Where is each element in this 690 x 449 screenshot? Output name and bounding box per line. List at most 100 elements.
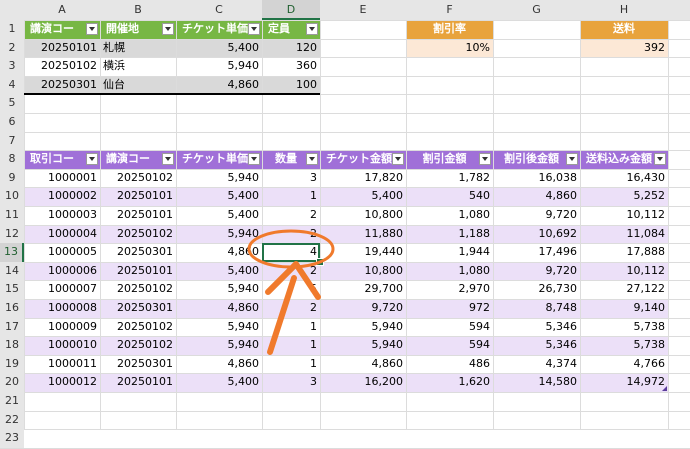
top-table-cell[interactable]: 札幌 — [100, 39, 176, 58]
main-table-cell[interactable]: 20250102 — [100, 318, 176, 337]
fill-handle[interactable] — [316, 257, 324, 266]
filter-dropdown-button[interactable] — [392, 153, 404, 166]
main-table-cell[interactable]: 4,860 — [176, 243, 262, 262]
main-table-cell[interactable]: 20250101 — [100, 262, 176, 281]
main-table-cell[interactable]: 594 — [406, 318, 493, 337]
main-table-cell[interactable]: 3 — [262, 373, 320, 392]
main-table-cell[interactable]: 2 — [262, 299, 320, 318]
main-table-cell[interactable]: 20250102 — [100, 169, 176, 188]
main-table-cell[interactable]: 9,720 — [493, 206, 580, 225]
top-table-cell[interactable]: 120 — [262, 39, 320, 58]
main-table-cell[interactable]: 5,940 — [176, 318, 262, 337]
column-header-f[interactable]: F — [406, 0, 493, 20]
main-table-cell[interactable]: 1000002 — [24, 187, 100, 206]
select-all-corner[interactable] — [0, 0, 24, 20]
main-table-cell[interactable]: 1,188 — [406, 225, 493, 244]
main-table-cell[interactable]: 5,940 — [176, 169, 262, 188]
main-table-cell[interactable]: 1000008 — [24, 299, 100, 318]
main-table-cell[interactable]: 3 — [262, 169, 320, 188]
main-table-cell[interactable]: 4,860 — [176, 355, 262, 374]
row-header-1[interactable]: 1 — [0, 20, 24, 39]
top-table-cell[interactable]: 仙台 — [100, 76, 176, 95]
top-table-cell[interactable]: 横浜 — [100, 57, 176, 76]
filter-dropdown-button[interactable] — [162, 23, 174, 35]
column-header-d[interactable]: D — [262, 0, 320, 20]
main-table-cell[interactable]: 8,748 — [493, 299, 580, 318]
row-header-18[interactable]: 18 — [0, 336, 24, 355]
top-table-cell[interactable]: 360 — [262, 57, 320, 76]
filter-dropdown-button[interactable] — [86, 153, 98, 166]
main-table-cell[interactable]: 5,940 — [176, 336, 262, 355]
row-header-8[interactable]: 8 — [0, 150, 24, 169]
main-table-cell[interactable]: 5,400 — [176, 187, 262, 206]
main-table-cell[interactable]: 1000006 — [24, 262, 100, 281]
main-table-cell[interactable]: 1,782 — [406, 169, 493, 188]
main-table-cell[interactable]: 20250102 — [100, 225, 176, 244]
main-table-cell[interactable]: 20250301 — [100, 299, 176, 318]
main-table-cell[interactable]: 14,580 — [493, 373, 580, 392]
main-table-cell[interactable]: 11,084 — [580, 225, 668, 244]
main-table-cell[interactable]: 5,940 — [176, 225, 262, 244]
main-table-cell[interactable]: 4,766 — [580, 355, 668, 374]
main-table-cell[interactable]: 9,720 — [493, 262, 580, 281]
row-header-3[interactable]: 3 — [0, 57, 24, 76]
main-table-cell[interactable]: 11,880 — [320, 225, 406, 244]
row-header-5[interactable]: 5 — [0, 94, 24, 113]
main-table-cell[interactable]: 9,720 — [320, 299, 406, 318]
filter-dropdown-button[interactable] — [306, 23, 318, 35]
top-table-cell[interactable]: 20250101 — [24, 39, 100, 58]
row-header-13[interactable]: 13 — [0, 243, 24, 262]
filter-dropdown-button[interactable] — [248, 153, 260, 166]
row-header-17[interactable]: 17 — [0, 317, 24, 337]
filter-dropdown-button[interactable] — [479, 153, 491, 166]
main-table-cell[interactable]: 1 — [262, 318, 320, 337]
main-table-cell[interactable]: 1 — [262, 355, 320, 374]
main-table-cell[interactable]: 4,374 — [493, 355, 580, 374]
main-table-cell[interactable]: 20250102 — [100, 280, 176, 299]
main-table-cell[interactable]: 972 — [406, 299, 493, 318]
filter-dropdown-button[interactable] — [86, 23, 98, 35]
main-table-cell[interactable]: 10,800 — [320, 206, 406, 225]
row-header-16[interactable]: 16 — [0, 299, 24, 318]
top-table-cell[interactable]: 20250301 — [24, 76, 100, 95]
main-table-cell[interactable]: 5,738 — [580, 318, 668, 337]
row-header-2[interactable]: 2 — [0, 38, 24, 58]
main-table-cell[interactable]: 5 — [262, 280, 320, 299]
main-table-cell[interactable]: 1000005 — [24, 243, 100, 262]
main-table-cell[interactable]: 4,860 — [320, 355, 406, 374]
main-table-cell[interactable]: 20250101 — [100, 206, 176, 225]
main-table-cell[interactable]: 2 — [262, 225, 320, 244]
main-table-cell[interactable]: 2 — [262, 206, 320, 225]
main-table-cell[interactable]: 17,888 — [580, 243, 668, 262]
top-table-cell[interactable]: 100 — [262, 76, 320, 95]
main-table-cell[interactable]: 1000011 — [24, 355, 100, 374]
main-table-cell[interactable]: 5,738 — [580, 336, 668, 355]
spreadsheet[interactable]: A B C D E F G H 1 2 3 4 5 6 7 8 9 10 11 12 13 14 15 16 17 18 19 20 2… — [0, 0, 690, 449]
column-header-b[interactable]: B — [100, 0, 176, 20]
main-table-cell[interactable]: 29,700 — [320, 280, 406, 299]
main-table-cell[interactable]: 1000007 — [24, 280, 100, 299]
row-header-9[interactable]: 9 — [0, 168, 24, 188]
row-header-23[interactable]: 23 — [0, 429, 24, 448]
main-table-cell[interactable]: 10,112 — [580, 262, 668, 281]
main-table-cell[interactable]: 5,346 — [493, 318, 580, 337]
row-header-11[interactable]: 11 — [0, 206, 24, 225]
main-table-cell[interactable]: 486 — [406, 355, 493, 374]
main-table-cell[interactable]: 20250301 — [100, 243, 176, 262]
main-table-cell[interactable]: 10,692 — [493, 225, 580, 244]
main-table-cell[interactable]: 14,972 — [580, 373, 668, 392]
main-table-cell[interactable]: 1000003 — [24, 206, 100, 225]
main-table-cell[interactable]: 1 — [262, 336, 320, 355]
column-header-e[interactable]: E — [320, 0, 406, 20]
top-table-cell[interactable]: 4,860 — [176, 76, 262, 95]
row-header-7[interactable]: 7 — [0, 131, 24, 151]
main-table-cell[interactable]: 26,730 — [493, 280, 580, 299]
main-table-cell[interactable]: 27,122 — [580, 280, 668, 299]
main-table-cell[interactable]: 594 — [406, 336, 493, 355]
main-table-cell[interactable]: 17,496 — [493, 243, 580, 262]
main-table-cell[interactable]: 10,112 — [580, 206, 668, 225]
main-table-cell[interactable]: 5,400 — [176, 206, 262, 225]
main-table-cell[interactable]: 1000001 — [24, 169, 100, 188]
main-table-cell[interactable]: 20250101 — [100, 187, 176, 206]
column-header-a[interactable]: A — [24, 0, 100, 20]
